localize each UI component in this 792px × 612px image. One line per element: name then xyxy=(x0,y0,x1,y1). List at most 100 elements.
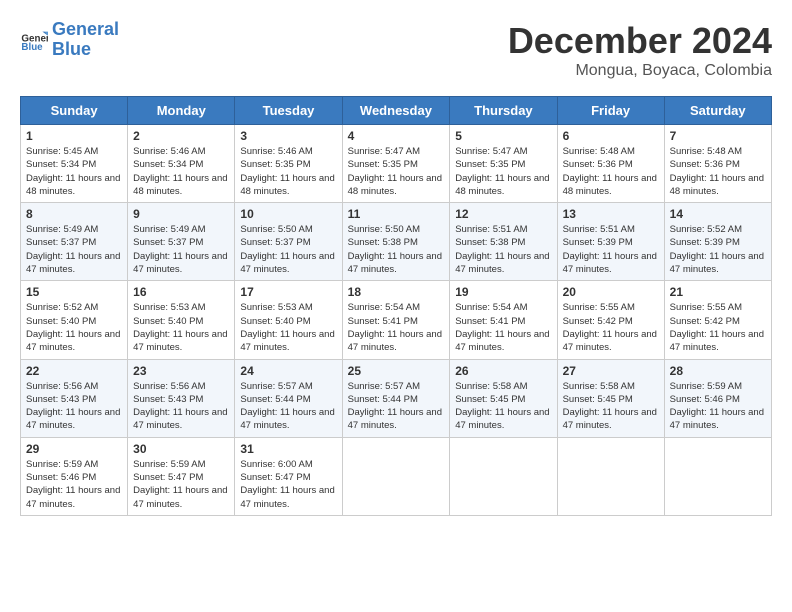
day-number: 23 xyxy=(133,364,229,378)
calendar-cell: 10 Sunrise: 5:50 AM Sunset: 5:37 PM Dayl… xyxy=(235,203,342,281)
cell-info: Sunrise: 5:52 AM Sunset: 5:40 PM Dayligh… xyxy=(26,301,122,354)
day-number: 13 xyxy=(563,207,659,221)
calendar-cell: 15 Sunrise: 5:52 AM Sunset: 5:40 PM Dayl… xyxy=(21,281,128,359)
day-number: 14 xyxy=(670,207,766,221)
day-number: 28 xyxy=(670,364,766,378)
calendar-cell: 6 Sunrise: 5:48 AM Sunset: 5:36 PM Dayli… xyxy=(557,125,664,203)
day-number: 22 xyxy=(26,364,122,378)
day-number: 27 xyxy=(563,364,659,378)
calendar-header-row: SundayMondayTuesdayWednesdayThursdayFrid… xyxy=(21,97,772,125)
title-block: December 2024 Mongua, Boyaca, Colombia xyxy=(508,20,772,80)
calendar-week-row: 29 Sunrise: 5:59 AM Sunset: 5:46 PM Dayl… xyxy=(21,437,772,515)
day-number: 15 xyxy=(26,285,122,299)
cell-info: Sunrise: 5:48 AM Sunset: 5:36 PM Dayligh… xyxy=(670,145,766,198)
cell-info: Sunrise: 5:56 AM Sunset: 5:43 PM Dayligh… xyxy=(26,380,122,433)
calendar-cell: 20 Sunrise: 5:55 AM Sunset: 5:42 PM Dayl… xyxy=(557,281,664,359)
cell-info: Sunrise: 5:53 AM Sunset: 5:40 PM Dayligh… xyxy=(240,301,336,354)
calendar-week-row: 1 Sunrise: 5:45 AM Sunset: 5:34 PM Dayli… xyxy=(21,125,772,203)
cell-info: Sunrise: 5:49 AM Sunset: 5:37 PM Dayligh… xyxy=(26,223,122,276)
cell-info: Sunrise: 5:46 AM Sunset: 5:35 PM Dayligh… xyxy=(240,145,336,198)
calendar-cell: 4 Sunrise: 5:47 AM Sunset: 5:35 PM Dayli… xyxy=(342,125,450,203)
calendar-cell: 23 Sunrise: 5:56 AM Sunset: 5:43 PM Dayl… xyxy=(128,359,235,437)
day-number: 5 xyxy=(455,129,551,143)
cell-info: Sunrise: 5:51 AM Sunset: 5:38 PM Dayligh… xyxy=(455,223,551,276)
logo: General Blue General Blue xyxy=(20,20,119,60)
cell-info: Sunrise: 5:58 AM Sunset: 5:45 PM Dayligh… xyxy=(455,380,551,433)
day-of-week-header: Saturday xyxy=(664,97,771,125)
day-number: 6 xyxy=(563,129,659,143)
cell-info: Sunrise: 5:52 AM Sunset: 5:39 PM Dayligh… xyxy=(670,223,766,276)
day-number: 31 xyxy=(240,442,336,456)
calendar-week-row: 8 Sunrise: 5:49 AM Sunset: 5:37 PM Dayli… xyxy=(21,203,772,281)
day-number: 17 xyxy=(240,285,336,299)
day-of-week-header: Tuesday xyxy=(235,97,342,125)
calendar-cell: 24 Sunrise: 5:57 AM Sunset: 5:44 PM Dayl… xyxy=(235,359,342,437)
day-number: 29 xyxy=(26,442,122,456)
day-number: 20 xyxy=(563,285,659,299)
calendar-cell: 30 Sunrise: 5:59 AM Sunset: 5:47 PM Dayl… xyxy=(128,437,235,515)
page-header: General Blue General Blue December 2024 … xyxy=(20,20,772,80)
svg-text:Blue: Blue xyxy=(21,42,43,53)
day-number: 10 xyxy=(240,207,336,221)
calendar-cell: 22 Sunrise: 5:56 AM Sunset: 5:43 PM Dayl… xyxy=(21,359,128,437)
day-number: 21 xyxy=(670,285,766,299)
day-number: 11 xyxy=(348,207,445,221)
calendar-cell: 31 Sunrise: 6:00 AM Sunset: 5:47 PM Dayl… xyxy=(235,437,342,515)
cell-info: Sunrise: 5:56 AM Sunset: 5:43 PM Dayligh… xyxy=(133,380,229,433)
cell-info: Sunrise: 5:59 AM Sunset: 5:47 PM Dayligh… xyxy=(133,458,229,511)
calendar-cell xyxy=(557,437,664,515)
day-number: 19 xyxy=(455,285,551,299)
day-of-week-header: Wednesday xyxy=(342,97,450,125)
day-of-week-header: Thursday xyxy=(450,97,557,125)
cell-info: Sunrise: 5:59 AM Sunset: 5:46 PM Dayligh… xyxy=(26,458,122,511)
calendar-cell: 13 Sunrise: 5:51 AM Sunset: 5:39 PM Dayl… xyxy=(557,203,664,281)
month-title: December 2024 xyxy=(508,20,772,62)
cell-info: Sunrise: 5:50 AM Sunset: 5:37 PM Dayligh… xyxy=(240,223,336,276)
calendar-cell: 2 Sunrise: 5:46 AM Sunset: 5:34 PM Dayli… xyxy=(128,125,235,203)
cell-info: Sunrise: 5:57 AM Sunset: 5:44 PM Dayligh… xyxy=(348,380,445,433)
calendar-cell: 17 Sunrise: 5:53 AM Sunset: 5:40 PM Dayl… xyxy=(235,281,342,359)
calendar-cell xyxy=(664,437,771,515)
calendar-cell: 5 Sunrise: 5:47 AM Sunset: 5:35 PM Dayli… xyxy=(450,125,557,203)
calendar-cell: 1 Sunrise: 5:45 AM Sunset: 5:34 PM Dayli… xyxy=(21,125,128,203)
cell-info: Sunrise: 5:46 AM Sunset: 5:34 PM Dayligh… xyxy=(133,145,229,198)
cell-info: Sunrise: 5:54 AM Sunset: 5:41 PM Dayligh… xyxy=(348,301,445,354)
calendar-cell: 26 Sunrise: 5:58 AM Sunset: 5:45 PM Dayl… xyxy=(450,359,557,437)
cell-info: Sunrise: 5:47 AM Sunset: 5:35 PM Dayligh… xyxy=(348,145,445,198)
calendar-week-row: 22 Sunrise: 5:56 AM Sunset: 5:43 PM Dayl… xyxy=(21,359,772,437)
cell-info: Sunrise: 5:55 AM Sunset: 5:42 PM Dayligh… xyxy=(670,301,766,354)
calendar-cell: 11 Sunrise: 5:50 AM Sunset: 5:38 PM Dayl… xyxy=(342,203,450,281)
calendar-cell: 21 Sunrise: 5:55 AM Sunset: 5:42 PM Dayl… xyxy=(664,281,771,359)
calendar-cell xyxy=(342,437,450,515)
logo-icon: General Blue xyxy=(20,26,48,54)
day-number: 26 xyxy=(455,364,551,378)
calendar-cell: 14 Sunrise: 5:52 AM Sunset: 5:39 PM Dayl… xyxy=(664,203,771,281)
day-number: 4 xyxy=(348,129,445,143)
calendar-cell: 3 Sunrise: 5:46 AM Sunset: 5:35 PM Dayli… xyxy=(235,125,342,203)
cell-info: Sunrise: 6:00 AM Sunset: 5:47 PM Dayligh… xyxy=(240,458,336,511)
calendar-cell: 18 Sunrise: 5:54 AM Sunset: 5:41 PM Dayl… xyxy=(342,281,450,359)
calendar-cell: 19 Sunrise: 5:54 AM Sunset: 5:41 PM Dayl… xyxy=(450,281,557,359)
calendar-cell: 9 Sunrise: 5:49 AM Sunset: 5:37 PM Dayli… xyxy=(128,203,235,281)
cell-info: Sunrise: 5:51 AM Sunset: 5:39 PM Dayligh… xyxy=(563,223,659,276)
calendar-cell: 16 Sunrise: 5:53 AM Sunset: 5:40 PM Dayl… xyxy=(128,281,235,359)
calendar-cell: 7 Sunrise: 5:48 AM Sunset: 5:36 PM Dayli… xyxy=(664,125,771,203)
cell-info: Sunrise: 5:45 AM Sunset: 5:34 PM Dayligh… xyxy=(26,145,122,198)
cell-info: Sunrise: 5:59 AM Sunset: 5:46 PM Dayligh… xyxy=(670,380,766,433)
day-of-week-header: Monday xyxy=(128,97,235,125)
cell-info: Sunrise: 5:53 AM Sunset: 5:40 PM Dayligh… xyxy=(133,301,229,354)
location-title: Mongua, Boyaca, Colombia xyxy=(508,62,772,80)
day-of-week-header: Friday xyxy=(557,97,664,125)
day-number: 25 xyxy=(348,364,445,378)
day-number: 18 xyxy=(348,285,445,299)
day-number: 16 xyxy=(133,285,229,299)
calendar-table: SundayMondayTuesdayWednesdayThursdayFrid… xyxy=(20,96,772,516)
logo-text: General Blue xyxy=(52,20,119,60)
calendar-cell: 12 Sunrise: 5:51 AM Sunset: 5:38 PM Dayl… xyxy=(450,203,557,281)
day-number: 24 xyxy=(240,364,336,378)
calendar-cell: 8 Sunrise: 5:49 AM Sunset: 5:37 PM Dayli… xyxy=(21,203,128,281)
cell-info: Sunrise: 5:50 AM Sunset: 5:38 PM Dayligh… xyxy=(348,223,445,276)
calendar-cell xyxy=(450,437,557,515)
cell-info: Sunrise: 5:54 AM Sunset: 5:41 PM Dayligh… xyxy=(455,301,551,354)
cell-info: Sunrise: 5:48 AM Sunset: 5:36 PM Dayligh… xyxy=(563,145,659,198)
